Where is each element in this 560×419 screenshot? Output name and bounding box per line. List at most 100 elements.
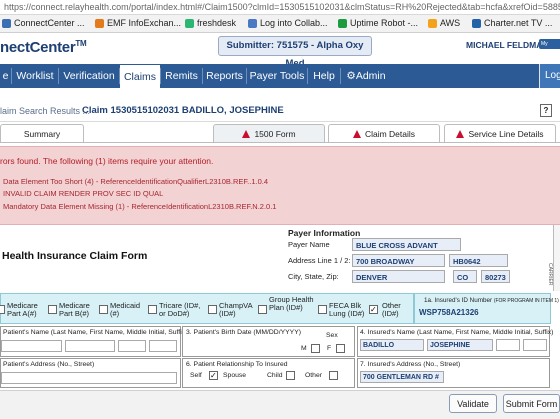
medicare-b-checkbox[interactable]	[48, 305, 57, 314]
payer-zip-field[interactable]: 80273	[481, 270, 510, 283]
insured-last-name-field[interactable]: BADILLO	[360, 339, 424, 351]
tab-claim-details[interactable]: Claim Details	[328, 124, 440, 143]
submit-form-button[interactable]: Submit Form	[503, 394, 560, 413]
insured-address-field[interactable]: 700 GENTLEMAN RD #	[360, 371, 444, 383]
insured-id-section: 1a. Insured's ID Number (FOR PROGRAM IN …	[414, 293, 559, 324]
help-button[interactable]: ?	[540, 104, 552, 117]
bookmark-connectcenter[interactable]: ConnectCenter ...	[2, 15, 85, 32]
payer-state-field[interactable]: CO	[453, 270, 477, 283]
payer-address-label: Address Line 1 / 2:	[288, 256, 351, 265]
nav-item-verification[interactable]: Verification	[59, 64, 119, 88]
insured-name-label: 4. Insured's Name (Last Name, First Name…	[360, 329, 554, 336]
gear-icon: ⚙	[346, 70, 356, 82]
champva-label: ChampVA (ID#)	[219, 301, 253, 318]
tricare-checkbox[interactable]	[148, 305, 157, 314]
nav-item-claims[interactable]: Claims	[120, 64, 160, 89]
insured-middle-initial-field[interactable]	[496, 339, 520, 351]
breadcrumb: laim Search Results ... Claim 1530515102…	[0, 101, 560, 122]
validate-button[interactable]: Validate	[449, 394, 497, 413]
error-item: Data Element Too Short (4) - ReferenceId…	[3, 177, 269, 186]
feca-checkbox[interactable]	[318, 305, 327, 314]
patient-suffix-field[interactable]	[149, 340, 177, 352]
payer-info-heading: Payer Information	[288, 228, 361, 238]
patient-address-field[interactable]	[1, 372, 177, 384]
payer-address1-field[interactable]: 700 BROADWAY	[352, 254, 445, 267]
bookmark-collab[interactable]: Log into Collab...	[248, 15, 328, 32]
relationship-self-checkbox[interactable]: ✓	[209, 371, 218, 380]
other-insurance-checkbox[interactable]: ✓	[369, 305, 378, 314]
nav-item-home[interactable]: e	[0, 64, 11, 88]
relationship-self-label: Self	[190, 372, 202, 379]
breadcrumb-search-results[interactable]: laim Search Results ...	[0, 106, 90, 116]
medicaid-label: Medicaid (#)	[110, 301, 141, 318]
relationship-section: 6. Patient Relationship To Insured Self …	[182, 358, 355, 388]
bookmarks-bar: ConnectCenter ... EMF InfoExchan... fres…	[0, 15, 560, 33]
relationship-other-checkbox[interactable]	[329, 371, 338, 380]
nav-item-payer-tools[interactable]: Payer Tools	[247, 64, 307, 88]
medicare-b-label: Medicare Part B(#)	[59, 301, 90, 318]
other-insurance-label: Other (ID#)	[382, 301, 401, 318]
warning-icon	[242, 130, 251, 138]
nav-item-worklist[interactable]: Worklist	[12, 64, 58, 88]
payer-csz-label: City, State, Zip:	[288, 272, 339, 281]
insured-address-section: 7. Insured's Address (No., Street) 700 G…	[357, 358, 550, 388]
birth-date-label: 3. Patient's Birth Date (MM/DD/YYYY)	[186, 329, 301, 336]
url-bar[interactable]: https://connect.relayhealth.com/portal/i…	[0, 0, 560, 15]
bookmark-charter[interactable]: Charter.net TV ...	[472, 15, 558, 32]
patient-name-label: Patient's Name (Last Name, First Name, M…	[3, 329, 188, 336]
insured-first-name-field[interactable]: JOSEPHINE	[427, 339, 493, 351]
patient-middle-initial-field[interactable]	[118, 340, 146, 352]
champva-checkbox[interactable]	[208, 305, 217, 314]
error-item: Mandatory Data Element Missing (1) - Ref…	[3, 202, 277, 211]
relationship-label: 6. Patient Relationship To Insured	[186, 361, 288, 368]
error-item: INVALID CLAIM RENDER PROV SEC ID QUAL	[3, 189, 164, 198]
payer-address2-field[interactable]: HB0642	[449, 254, 508, 267]
group-health-checkbox[interactable]	[258, 305, 267, 314]
payer-name-field[interactable]: BLUE CROSS ADVANT	[352, 238, 461, 251]
patient-first-name-field[interactable]	[65, 340, 115, 352]
relationship-child-checkbox[interactable]	[286, 371, 295, 380]
tab-divider	[0, 142, 560, 143]
breadcrumb-claim-title: Claim 1530515102031 BADILLO, JOSEPHINE	[82, 105, 284, 116]
nav-item-admin[interactable]: ⚙Admin	[343, 64, 389, 88]
user-name[interactable]: MICHAEL FELDMAN	[466, 40, 548, 50]
tab-1500-form[interactable]: 1500 Form	[213, 124, 325, 143]
submitter-selector[interactable]: Submitter: 751575 - Alpha Oxy Med	[218, 36, 372, 69]
form-title: Health Insurance Claim Form	[2, 250, 148, 262]
checkmark-icon: ✓	[370, 305, 377, 314]
tab-service-line-details[interactable]: Service Line Details	[444, 124, 556, 143]
patient-address-label: Patient's Address (No., Street)	[3, 361, 95, 368]
error-header: rors found. The following (1) items requ…	[0, 156, 214, 166]
insured-id-value[interactable]: WSP758A21326	[419, 308, 479, 317]
insured-address-label: 7. Insured's Address (No., Street)	[360, 361, 461, 368]
bookmark-emf[interactable]: EMF InfoExchan...	[95, 15, 181, 32]
nav-divider	[340, 68, 341, 84]
bookmark-freshdesk[interactable]: freshdesk	[185, 15, 236, 32]
sex-m-label: M	[301, 345, 307, 352]
nav-item-remits[interactable]: Remits	[161, 64, 202, 88]
bookmark-icon	[428, 19, 437, 28]
payer-city-field[interactable]: DENVER	[352, 270, 445, 283]
sex-m-checkbox[interactable]	[311, 344, 320, 353]
checkmark-icon: ✓	[210, 371, 217, 380]
medicaid-checkbox[interactable]	[99, 305, 108, 314]
error-panel: rors found. The following (1) items requ…	[0, 146, 560, 225]
warning-icon	[456, 130, 465, 138]
bookmark-aws[interactable]: AWS	[428, 15, 460, 32]
bookmark-uptime[interactable]: Uptime Robot -...	[338, 15, 418, 32]
my-account-button[interactable]: My	[539, 39, 560, 49]
tab-summary[interactable]: Summary	[0, 124, 84, 143]
medicare-a-checkbox[interactable]	[0, 305, 5, 314]
nav-item-help[interactable]: Help	[308, 64, 340, 88]
logout-button[interactable]: Log	[539, 64, 560, 88]
carrier-side-label: CARRIER	[547, 225, 560, 291]
birth-date-section: 3. Patient's Birth Date (MM/DD/YYYY) Sex…	[182, 326, 355, 357]
patient-last-name-field[interactable]	[1, 340, 62, 352]
sex-label: Sex	[326, 332, 338, 339]
insured-suffix-field[interactable]	[523, 339, 547, 351]
group-health-label: Group Health Plan (ID#)	[269, 295, 314, 312]
nav-item-reports[interactable]: Reports	[203, 64, 246, 88]
sex-f-checkbox[interactable]	[336, 344, 345, 353]
app-logo[interactable]: nectCenterTM	[0, 39, 87, 56]
insured-id-label: 1a. Insured's ID Number (FOR PROGRAM IN …	[424, 297, 559, 304]
